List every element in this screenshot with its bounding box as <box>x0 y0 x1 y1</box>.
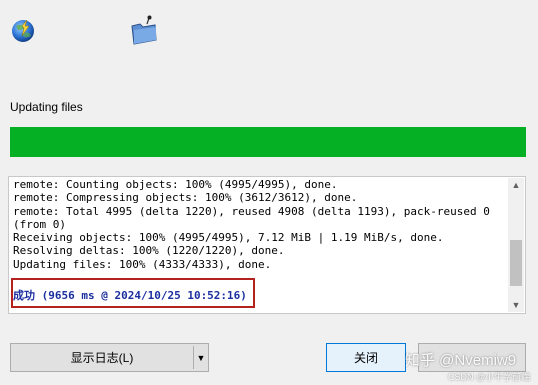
log-line: remote: Counting objects: 100% (4995/499… <box>13 178 338 191</box>
close-button[interactable]: 关闭 <box>326 343 406 372</box>
log-lines: remote: Counting objects: 100% (4995/499… <box>13 178 505 271</box>
tortoise-git-globe-icon <box>9 14 39 46</box>
remote-folder-icon <box>129 14 159 46</box>
show-log-split-button: 显示日志(L) ▼ <box>10 343 209 372</box>
log-line: Receiving objects: 100% (4995/4995), 7.1… <box>13 231 444 245</box>
progress-bar <box>10 127 526 157</box>
scroll-up-icon[interactable]: ▲ <box>508 178 524 192</box>
watermark: 知乎 @Nvemiw9 <box>405 352 517 369</box>
log-scrollbar[interactable]: ▲ ▼ <box>508 178 524 312</box>
log-line: Resolving deltas: 100% (1220/1220), done… <box>13 244 285 258</box>
log-line: remote: Total 4995 (delta 1220), reused … <box>13 204 490 218</box>
show-log-button[interactable]: 显示日志(L) <box>11 344 193 371</box>
log-line: Updating files: 100% (4333/4333), done. <box>13 257 272 271</box>
log-line: (from 0) <box>13 217 66 231</box>
watermark-sub: CSDN @小牛学前端 <box>448 372 531 382</box>
scroll-thumb[interactable] <box>510 240 522 286</box>
success-line: 成功 (9656 ms @ 2024/10/25 10:52:16) <box>13 289 247 302</box>
log-line: remote: Compressing objects: 100% (3612/… <box>13 191 358 205</box>
dropdown-arrow-icon[interactable]: ▼ <box>194 344 208 371</box>
progress-fill <box>10 127 526 157</box>
log-output[interactable]: remote: Counting objects: 100% (4995/499… <box>8 176 526 314</box>
status-label: Updating files <box>10 100 83 114</box>
scroll-down-icon[interactable]: ▼ <box>508 298 524 312</box>
